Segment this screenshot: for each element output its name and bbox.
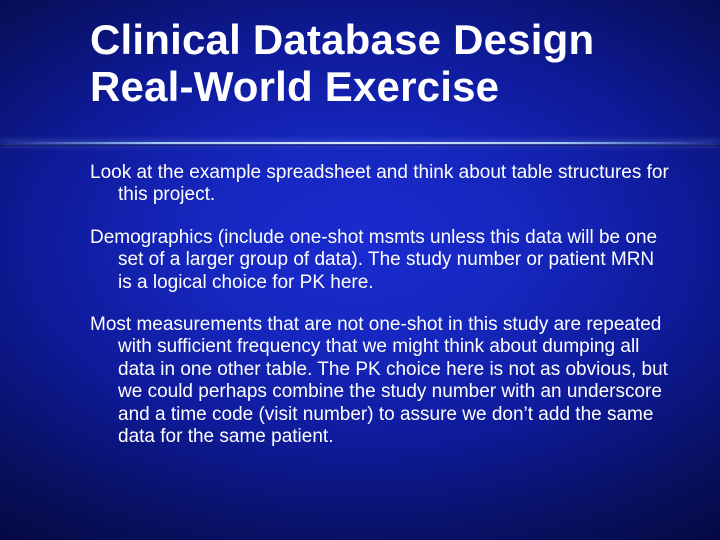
- slide: Clinical Database Design Real-World Exer…: [0, 0, 720, 540]
- title-divider: [0, 142, 720, 148]
- title-line-1: Clinical Database Design: [90, 16, 594, 63]
- body-paragraph-1: Look at the example spreadsheet and thin…: [90, 162, 670, 207]
- divider-line: [0, 142, 720, 144]
- title-line-2: Real-World Exercise: [90, 63, 499, 110]
- divider-shadow: [0, 145, 720, 146]
- body-paragraph-2: Demographics (include one-shot msmts unl…: [90, 227, 670, 294]
- body-paragraph-3: Most measurements that are not one-shot …: [90, 314, 670, 448]
- slide-body: Look at the example spreadsheet and thin…: [90, 162, 670, 448]
- slide-title: Clinical Database Design Real-World Exer…: [90, 16, 680, 110]
